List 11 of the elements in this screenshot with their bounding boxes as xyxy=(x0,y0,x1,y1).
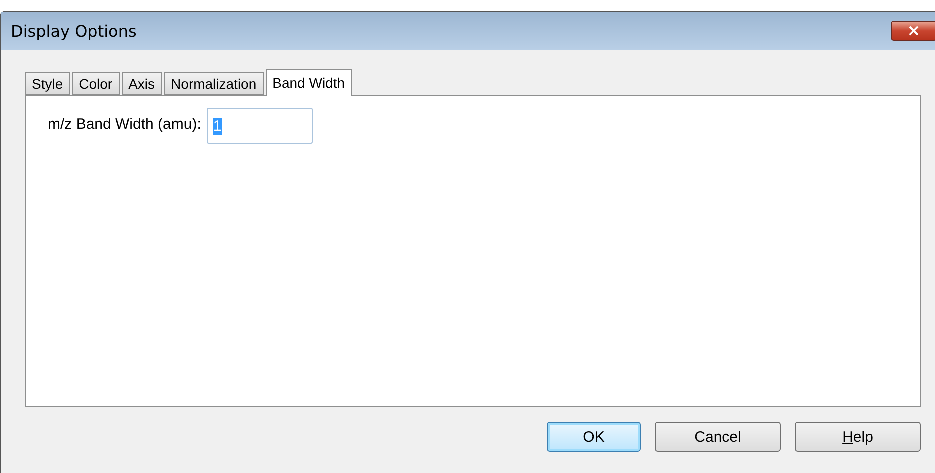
tab[interactable]: Band Width xyxy=(266,69,352,96)
field-label: m/z Band Width (amu): xyxy=(48,116,202,133)
close-button[interactable]: × xyxy=(891,21,935,41)
tab[interactable]: Normalization xyxy=(164,72,264,95)
tab[interactable]: Axis xyxy=(122,72,162,95)
tab[interactable]: Style xyxy=(25,72,70,95)
tab[interactable]: Color xyxy=(72,72,120,95)
ok-button[interactable]: OK xyxy=(547,422,641,452)
help-button[interactable]: Help xyxy=(795,422,921,452)
window-title: Display Options xyxy=(11,22,137,40)
cancel-button[interactable]: Cancel xyxy=(655,422,781,452)
